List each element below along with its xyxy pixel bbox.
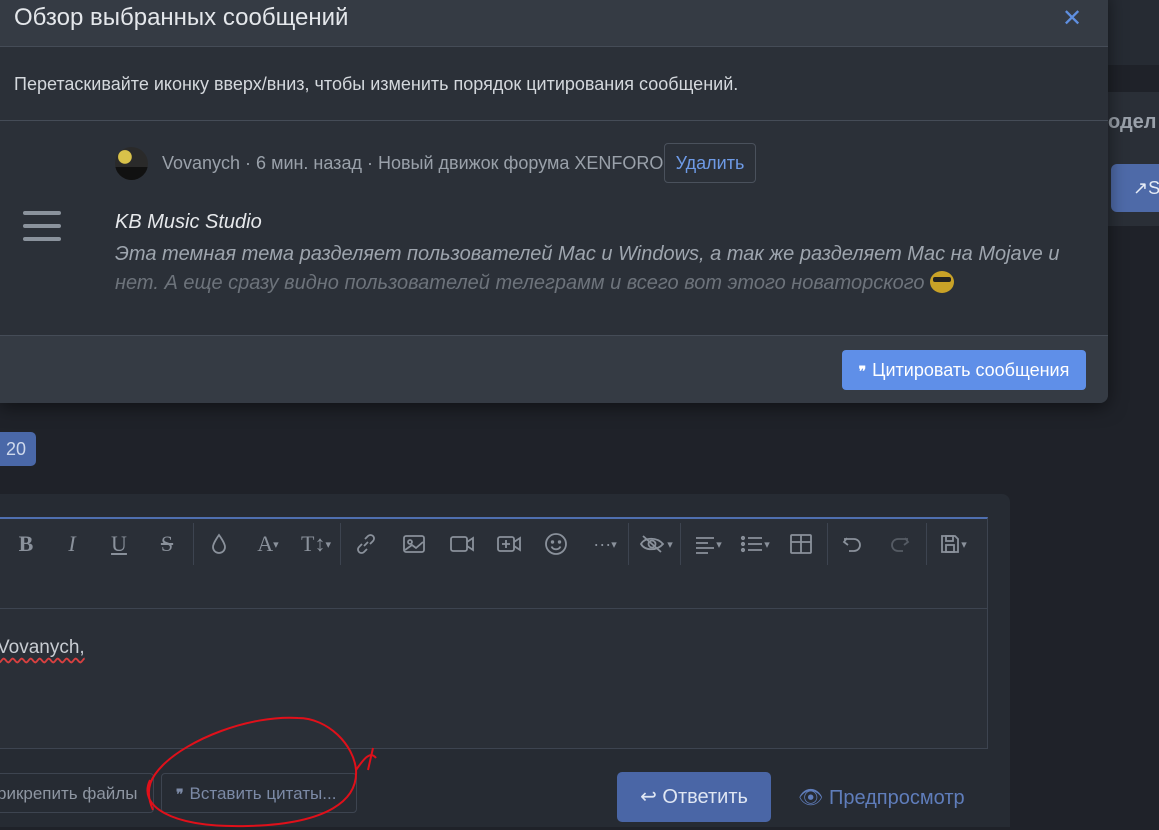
post-title: KB Music Studio	[115, 211, 262, 233]
drafts-icon[interactable]: ▾	[933, 527, 973, 561]
quotes-overview-modal: Обзор выбранных сообщений ✕ Перетаскивай…	[0, 0, 1108, 403]
toolbar-divider	[628, 523, 629, 565]
toolbar-divider	[827, 523, 828, 565]
insert-video-icon[interactable]	[494, 527, 524, 561]
redo-icon[interactable]	[886, 527, 914, 561]
modal-title: Обзор выбранных сообщений	[14, 4, 349, 31]
drag-handle-icon[interactable]	[23, 211, 61, 250]
preview-button[interactable]: 👁 Предпросмотр	[798, 785, 965, 810]
media-icon[interactable]	[447, 527, 477, 561]
modal-hint: Перетаскивайте иконку вверх/вниз, чтобы …	[14, 74, 739, 94]
editor-content[interactable]: Vovanych,	[0, 637, 85, 659]
toolbar-divider	[340, 523, 341, 565]
reply-icon: ↩	[640, 786, 663, 808]
link-icon[interactable]	[352, 527, 380, 561]
text-color-icon[interactable]	[207, 527, 231, 561]
undo-icon[interactable]	[838, 527, 866, 561]
delete-button[interactable]: Удалить	[664, 143, 756, 183]
underline-icon[interactable]: U	[107, 527, 131, 561]
sunglasses-emoji-icon	[930, 271, 955, 293]
emoji-icon[interactable]	[542, 527, 570, 561]
align-icon[interactable]: ▾	[688, 527, 728, 561]
divider	[0, 120, 1108, 121]
toolbar-divider	[680, 523, 681, 565]
table-icon[interactable]	[787, 527, 815, 561]
annotation-circle	[146, 716, 377, 828]
font-family-icon[interactable]: A ▾	[248, 527, 288, 561]
reply-button[interactable]: ↩ Ответить	[617, 772, 771, 822]
spoiler-icon[interactable]: ▾	[636, 527, 676, 561]
toolbar-divider	[193, 523, 194, 565]
modal-footer: ❞ Цитировать сообщения	[0, 335, 1108, 403]
italic-icon[interactable]: I	[60, 527, 84, 561]
font-size-icon[interactable]: T↕ ▾	[297, 527, 335, 561]
background-label: одел	[1108, 111, 1157, 133]
modal-header: Обзор выбранных сообщений ✕	[0, 0, 1108, 47]
post-meta: Vovanych · 6 мин. назад · Новый движок ф…	[162, 153, 664, 173]
editor-toolbar: B I U S A ▾ T↕ ▾ ··· ▾ ▾ ▾ ▾ ▾	[0, 519, 987, 609]
eye-icon: 👁	[798, 787, 829, 809]
image-icon[interactable]	[400, 527, 428, 561]
post-body: Эта темная тема разделяет пользователей …	[115, 243, 1060, 294]
avatar[interactable]	[115, 147, 148, 180]
page-badge[interactable]: 20	[0, 432, 36, 466]
toolbar-divider	[926, 523, 927, 565]
bold-icon[interactable]: B	[14, 527, 38, 561]
quote-icon: ❞	[858, 363, 867, 379]
quote-messages-button[interactable]: ❞ Цитировать сообщения	[842, 350, 1086, 390]
strikethrough-icon[interactable]: S	[155, 527, 179, 561]
share-button[interactable]: ↗S	[1111, 164, 1159, 212]
list-icon[interactable]: ▾	[735, 527, 775, 561]
close-icon[interactable]: ✕	[1062, 4, 1082, 33]
more-options-icon[interactable]: ··· ▾	[585, 527, 625, 561]
